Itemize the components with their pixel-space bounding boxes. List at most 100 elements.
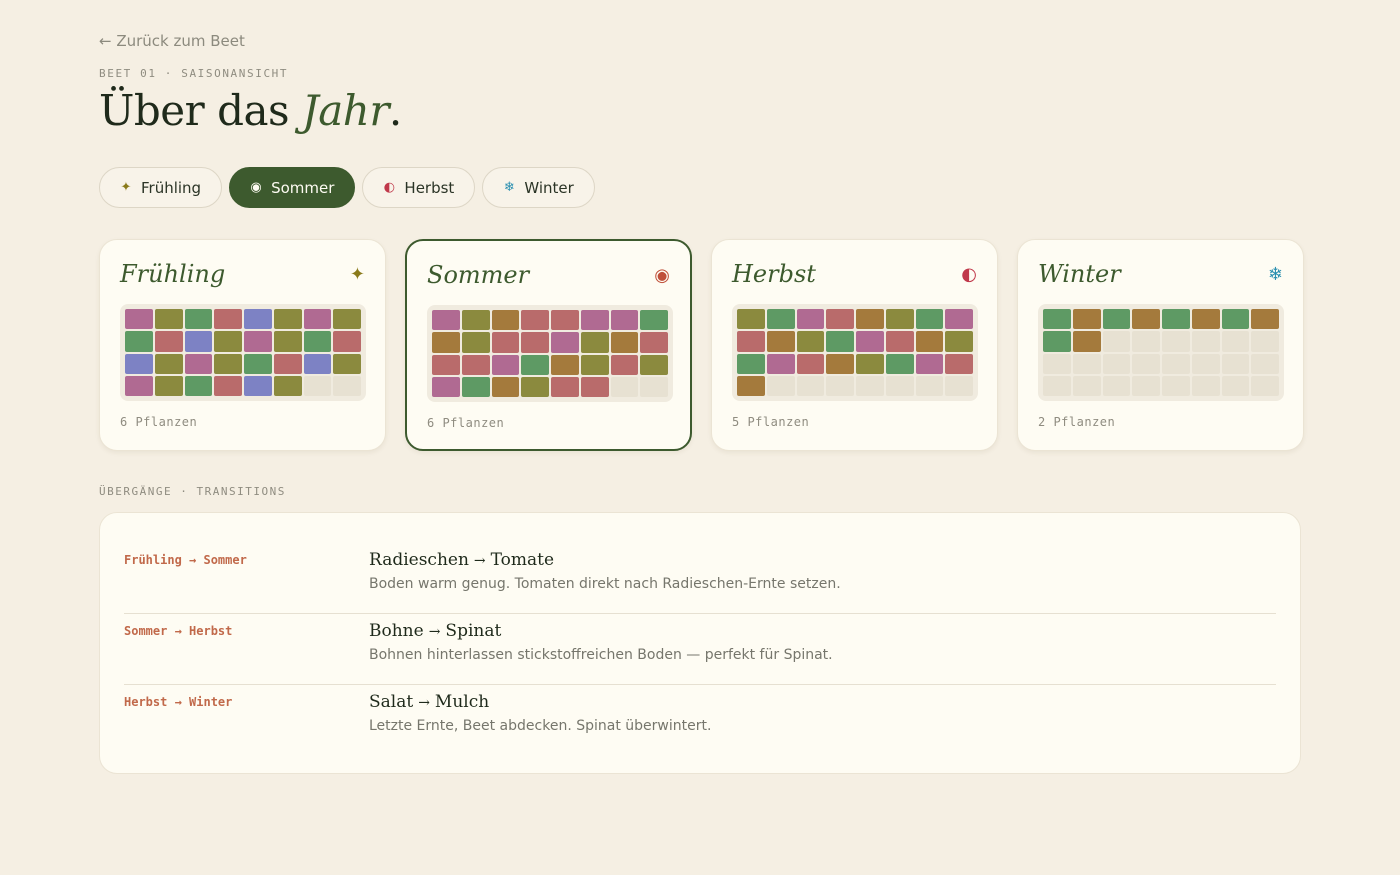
plant-cell: [214, 375, 242, 396]
empty-cell: [1132, 375, 1160, 396]
sparkle-icon: ✦: [120, 180, 132, 195]
empty-cell: [1221, 375, 1250, 396]
plant-cell: [154, 331, 183, 352]
bed-grid: [120, 304, 366, 401]
plant-cell: [184, 331, 213, 352]
empty-cell: [1191, 331, 1220, 352]
plant-count: 6 Pflanzen: [120, 415, 198, 429]
season-card-herbst[interactable]: Herbst ◐ 5 Pflanzen: [711, 239, 998, 451]
empty-cell: [796, 375, 825, 396]
plant-cell: [273, 375, 302, 396]
plant-cell: [303, 331, 332, 352]
from-plant: Radieschen: [369, 550, 469, 570]
empty-cell: [856, 375, 884, 396]
plant-cell: [432, 332, 460, 353]
to-plant: Spinat: [445, 621, 502, 641]
empty-cell: [640, 376, 668, 397]
tab-herbst[interactable]: ◐ Herbst: [362, 167, 476, 208]
plant-cell: [125, 309, 153, 330]
empty-cell: [303, 375, 332, 396]
season-card-winter[interactable]: Winter ❄ 2 Pflanzen: [1017, 239, 1304, 451]
transition-row: Sommer → Herbst Bohne → Spinat Bohnen hinter…: [124, 614, 1276, 685]
transitions-panel: Frühling → Sommer Radieschen → Tomate Boden …: [99, 512, 1301, 774]
transitions-section-label: ÜBERGÄNGE · TRANSITIONS: [99, 485, 286, 498]
half-moon-icon: ◐: [961, 264, 977, 285]
tab-sommer[interactable]: ◉ Sommer: [229, 167, 356, 208]
back-link[interactable]: ← Zurück zum Beet: [99, 32, 245, 50]
plant-cell: [580, 332, 609, 353]
plant-cell: [125, 375, 153, 396]
from-plant: Bohne: [369, 621, 424, 641]
to-plant: Tomate: [490, 550, 555, 570]
plant-cell: [154, 353, 183, 374]
arrow-right-icon: →: [473, 553, 486, 569]
empty-cell: [766, 375, 795, 396]
season-card-title: Sommer: [427, 261, 530, 289]
tab-label: Winter: [524, 178, 574, 197]
plant-cell: [491, 376, 520, 397]
plant-cell: [580, 310, 609, 331]
empty-cell: [1191, 353, 1220, 374]
snowflake-icon: ❄: [503, 180, 515, 195]
plant-cell: [580, 354, 609, 375]
plant-cell: [915, 331, 944, 352]
arrow-right-icon: →: [418, 695, 430, 711]
transition-row: Frühling → Sommer Radieschen → Tomate Boden …: [124, 543, 1276, 614]
plant-cell: [885, 309, 914, 330]
transition-label: Sommer → Herbst: [124, 624, 233, 638]
transition-description: Letzte Ernte, Beet abdecken. Spinat über…: [369, 718, 712, 734]
empty-cell: [610, 376, 639, 397]
empty-cell: [1221, 353, 1250, 374]
plant-cell: [125, 331, 153, 352]
sun-icon: ◉: [250, 180, 262, 195]
plant-cell: [491, 354, 520, 375]
plant-cell: [432, 310, 460, 331]
plant-cell: [461, 332, 490, 353]
plant-count: 6 Pflanzen: [427, 416, 505, 430]
empty-cell: [1162, 353, 1190, 374]
season-card-fruehling[interactable]: Frühling ✦ 6 Pflanzen: [99, 239, 386, 451]
empty-cell: [826, 375, 854, 396]
plant-cell: [610, 332, 639, 353]
plant-cell: [125, 353, 153, 374]
plant-cell: [1221, 309, 1250, 330]
transition-label: Herbst → Winter: [124, 695, 233, 709]
plant-cell: [273, 309, 302, 330]
plant-cell: [1251, 309, 1279, 330]
plant-cell: [214, 309, 242, 330]
plant-cell: [856, 353, 884, 374]
plant-cell: [1072, 309, 1101, 330]
plant-cell: [826, 353, 854, 374]
plant-cell: [945, 309, 973, 330]
plant-cell: [737, 353, 765, 374]
tab-winter[interactable]: ❄ Winter: [482, 167, 595, 208]
title-suffix: .: [388, 86, 402, 135]
to-plant: Mulch: [434, 692, 490, 712]
empty-cell: [1072, 353, 1101, 374]
plant-count: 2 Pflanzen: [1038, 415, 1116, 429]
plant-cell: [796, 353, 825, 374]
plant-cell: [551, 354, 579, 375]
plant-cell: [945, 353, 973, 374]
season-card-title: Winter: [1038, 260, 1121, 288]
plant-cell: [640, 354, 668, 375]
plant-cell: [796, 309, 825, 330]
empty-cell: [1221, 331, 1250, 352]
bed-grid: [1038, 304, 1284, 401]
season-card-sommer[interactable]: Sommer ◉ 6 Pflanzen: [405, 239, 692, 451]
tab-fruehling[interactable]: ✦ Frühling: [99, 167, 223, 208]
empty-cell: [1102, 375, 1131, 396]
plant-cell: [551, 376, 579, 397]
plant-cell: [244, 331, 272, 352]
eyebrow-label: BEET 01 · SAISONANSICHT: [99, 67, 289, 80]
plant-cell: [640, 332, 668, 353]
plant-cell: [333, 353, 361, 374]
plant-cell: [184, 375, 213, 396]
plant-cell: [856, 331, 884, 352]
from-plant: Salat: [369, 692, 414, 712]
sparkle-icon: ✦: [349, 264, 365, 285]
plant-cell: [737, 309, 765, 330]
transition-row: Herbst → Winter Salat → Mulch Letzte Ernte, …: [124, 685, 1276, 756]
season-card-title: Frühling: [120, 260, 226, 288]
empty-cell: [915, 375, 944, 396]
